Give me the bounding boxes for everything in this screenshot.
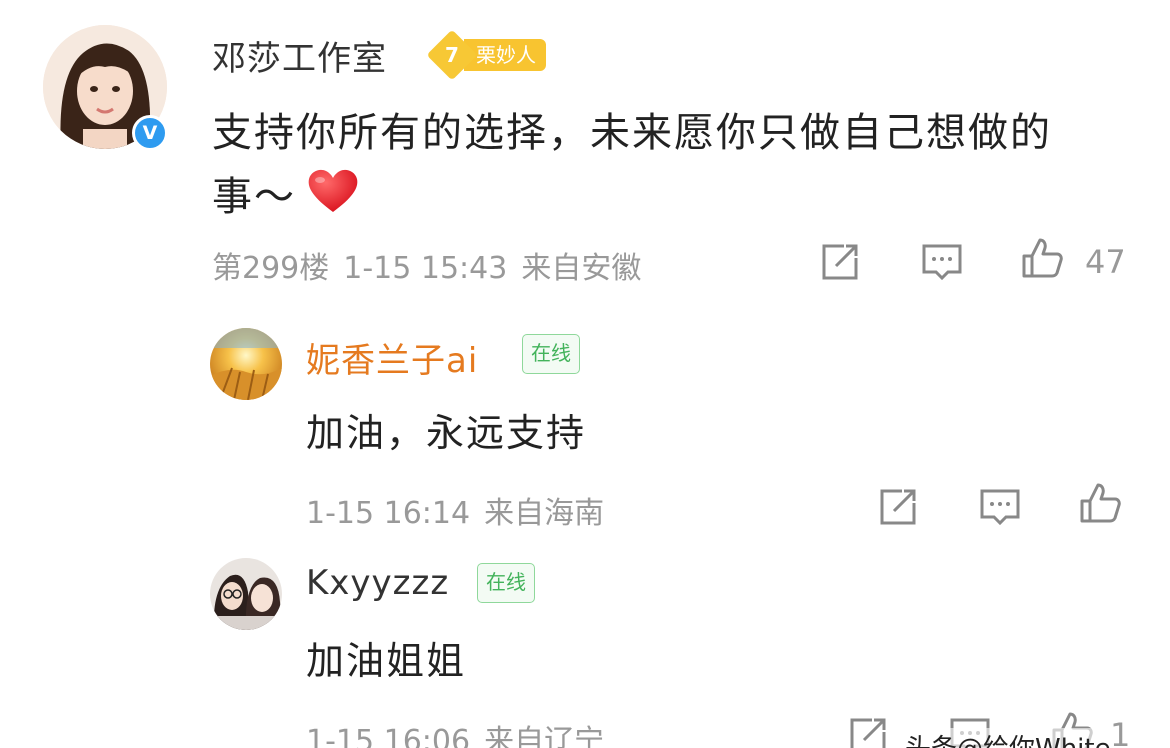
verified-icon: V [132, 115, 168, 151]
like-count: 47 [1085, 243, 1126, 281]
avatar[interactable] [210, 328, 282, 400]
comment-meta: 第299楼 1-15 15:43 来自安徽 [212, 243, 655, 287]
reply-time: 1-15 16:14 [306, 496, 471, 531]
reply-location: 来自海南 [484, 496, 605, 531]
share-icon[interactable] [876, 485, 920, 529]
comment-location: 来自安徽 [521, 251, 642, 286]
watermark: 头条@给你White [905, 728, 1111, 748]
reply-meta: 1-15 16:14 来自海南 [306, 488, 618, 532]
vip-level-icon: 7 [426, 29, 478, 81]
comment-username[interactable]: 邓莎工作室 [212, 31, 387, 80]
reply-username[interactable]: Kxyyzzz [306, 563, 449, 603]
reply-time: 1-15 16:06 [306, 724, 471, 748]
online-status-badge: 在线 [522, 334, 580, 374]
comment-time: 1-15 15:43 [343, 251, 508, 286]
comment-text-line2: 事～ [212, 174, 296, 220]
comment-text-line1: 支持你所有的选择，未来愿你只做自己想做的 [212, 110, 1052, 156]
reply-text: 加油，永远支持 [306, 411, 587, 455]
reply-location: 来自辽宁 [484, 724, 605, 748]
reply-icon[interactable] [978, 485, 1022, 529]
share-icon[interactable] [818, 240, 862, 284]
share-icon[interactable] [846, 714, 890, 748]
reply-icon[interactable] [920, 240, 964, 284]
comment-thread: V 邓莎工作室 栗妙人 7 支持你所有的选择，未来愿你只做自己想做的 事～ 第2… [0, 0, 1170, 748]
reply-meta: 1-15 16:06 来自辽宁 [306, 716, 618, 748]
online-status-badge: 在线 [477, 563, 535, 603]
like-icon[interactable] [1020, 236, 1064, 280]
avatar[interactable] [210, 558, 282, 630]
heart-emoji [308, 169, 358, 212]
like-count: 1 [1110, 716, 1131, 748]
vip-badge[interactable]: 栗妙人 7 [426, 29, 558, 81]
reply-text: 加油姐姐 [306, 639, 467, 683]
floor-number: 第299楼 [212, 251, 330, 286]
vip-label: 栗妙人 [464, 39, 546, 71]
like-icon[interactable] [1078, 481, 1122, 525]
reply-username[interactable]: 妮香兰子ai [306, 333, 478, 382]
